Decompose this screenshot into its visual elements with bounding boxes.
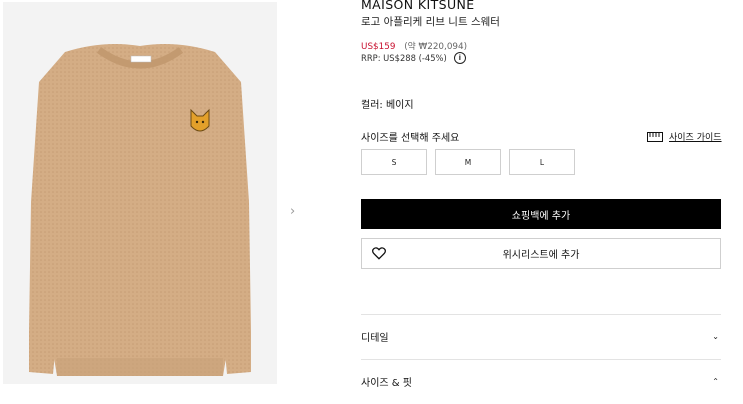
rrp-row: RRP: US$288 (-45%) i bbox=[361, 52, 466, 64]
rrp-price: RRP: US$288 (-45%) bbox=[361, 53, 447, 63]
size-option-l[interactable]: L bbox=[509, 149, 575, 175]
wishlist-label: 위시리스트에 추가 bbox=[502, 250, 580, 261]
product-image[interactable] bbox=[3, 2, 277, 384]
size-prompt: 사이즈를 선택해 주세요 bbox=[361, 133, 460, 144]
size-option-s[interactable]: S bbox=[361, 149, 427, 175]
accordion-details[interactable]: 디테일 ⌄ bbox=[361, 314, 721, 358]
size-guide-label[interactable]: 사이즈 가이드 bbox=[669, 130, 722, 143]
accordion-size-fit-label: 사이즈 & 핏 bbox=[361, 377, 412, 389]
info-icon[interactable]: i bbox=[453, 52, 466, 64]
chevron-down-icon: ⌄ bbox=[712, 331, 719, 341]
accordion-details-label: 디테일 bbox=[361, 332, 389, 344]
approx-price: (약 ₩220,094) bbox=[404, 42, 468, 52]
brand-name[interactable]: MAISON KITSUNÉ bbox=[361, 0, 475, 12]
product-gallery bbox=[0, 0, 285, 404]
add-to-bag-button[interactable]: 쇼핑백에 추가 bbox=[361, 199, 721, 229]
product-title: 로고 아플리케 리브 니트 스웨터 bbox=[361, 16, 500, 28]
ruler-icon bbox=[647, 131, 663, 142]
price-row: US$159 (약 ₩220,094) bbox=[361, 39, 467, 52]
gallery-next-arrow-icon[interactable]: › bbox=[290, 204, 302, 220]
add-to-wishlist-button[interactable]: 위시리스트에 추가 bbox=[361, 238, 721, 269]
color-label: 컬러: 베이지 bbox=[361, 100, 414, 111]
sale-price: US$159 bbox=[361, 42, 396, 52]
size-option-m[interactable]: M bbox=[435, 149, 501, 175]
size-guide-link[interactable]: 사이즈 가이드 bbox=[647, 130, 722, 143]
accordion-size-fit[interactable]: 사이즈 & 핏 ⌃ bbox=[361, 359, 721, 403]
chevron-up-icon: ⌃ bbox=[712, 376, 719, 386]
heart-icon bbox=[372, 247, 386, 260]
